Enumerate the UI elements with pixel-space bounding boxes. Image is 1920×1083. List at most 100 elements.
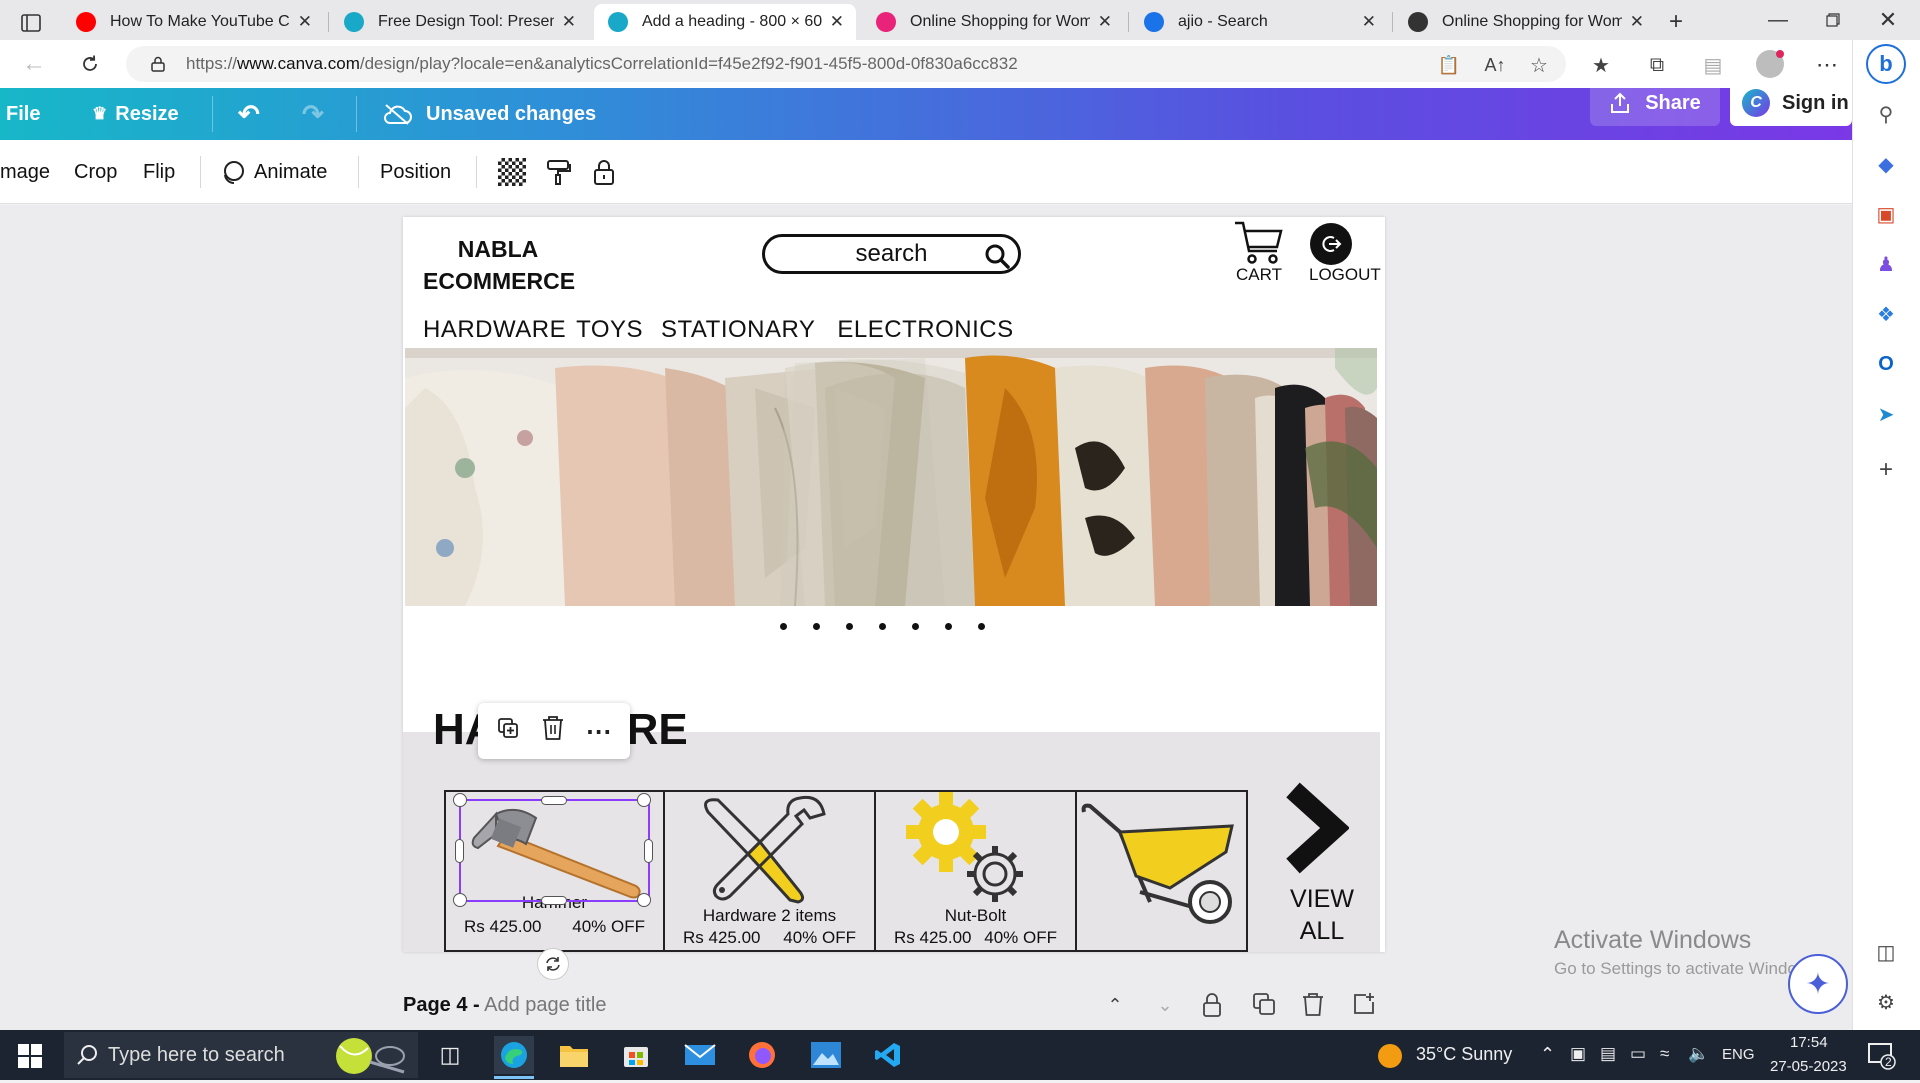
view-all-link[interactable]: VIEW ALL <box>1275 883 1369 947</box>
wifi-icon[interactable]: ≈ <box>1660 1044 1669 1064</box>
vscode-icon[interactable] <box>868 1036 908 1074</box>
flip-button[interactable]: Flip <box>143 140 175 204</box>
nav-hardware[interactable]: HARDWARE <box>423 316 566 344</box>
browser-tab[interactable]: ajio - Search ✕ <box>1130 4 1388 40</box>
slider-dot[interactable] <box>780 623 787 630</box>
tools-wrench-screwdriver-icon[interactable] <box>700 792 830 904</box>
more-actions-icon[interactable]: ⋯ <box>586 716 612 747</box>
resize-handle[interactable] <box>453 893 467 907</box>
edit-image-button[interactable]: mage <box>0 140 50 204</box>
photos-icon[interactable] <box>806 1036 846 1074</box>
share-button[interactable]: Share <box>1590 80 1720 126</box>
move-page-up-icon[interactable]: ⌃ <box>1100 990 1130 1020</box>
rotate-icon[interactable] <box>537 948 569 980</box>
search-highlight-icon[interactable] <box>330 1032 410 1078</box>
weather-sun-icon[interactable] <box>1378 1044 1402 1068</box>
new-tab-icon[interactable]: + <box>1658 8 1694 36</box>
language-indicator[interactable]: ENG <box>1722 1046 1755 1063</box>
close-tab-icon[interactable]: ✕ <box>562 12 576 32</box>
lock-element-icon[interactable] <box>592 140 616 204</box>
logout-icon[interactable] <box>1310 223 1352 265</box>
browser-tab[interactable]: Online Shopping for Wome ✕ <box>862 4 1124 40</box>
close-tab-icon[interactable]: ✕ <box>298 12 312 32</box>
store-icon[interactable] <box>616 1036 656 1074</box>
minimize-icon[interactable]: — <box>1760 6 1796 34</box>
nav-toys[interactable]: TOYS <box>576 316 643 344</box>
battery-icon[interactable]: ▭ <box>1630 1044 1646 1064</box>
add-page-icon[interactable] <box>1352 992 1378 1020</box>
wheelbarrow-icon[interactable] <box>1080 802 1242 928</box>
animate-button[interactable]: Animate <box>220 140 327 204</box>
add-favorite-icon[interactable]: ☆ <box>1524 50 1554 80</box>
unsaved-status[interactable]: Unsaved changes <box>382 88 596 140</box>
close-tab-icon[interactable]: ✕ <box>830 12 844 32</box>
resize-handle[interactable] <box>455 839 464 863</box>
hero-banner-image[interactable] <box>405 348 1377 606</box>
tab-actions-icon[interactable] <box>14 8 48 38</box>
nav-electronics[interactable]: ELECTRONICS <box>837 316 1013 344</box>
more-options-icon[interactable]: ⋯ <box>1810 50 1844 80</box>
sidebar-office-icon[interactable]: ❖ <box>1868 296 1904 332</box>
meet-now-icon[interactable]: ▣ <box>1570 1044 1586 1064</box>
firefox-icon[interactable] <box>742 1036 782 1074</box>
selection-frame[interactable] <box>459 799 650 902</box>
slider-dot[interactable] <box>945 623 952 630</box>
sidebar-games-icon[interactable]: ♟ <box>1868 246 1904 282</box>
close-tab-icon[interactable]: ✕ <box>1098 12 1112 32</box>
lock-page-icon[interactable] <box>1201 992 1227 1020</box>
magic-assistant-icon[interactable]: ✦ <box>1788 954 1848 1014</box>
slider-dot[interactable] <box>978 623 985 630</box>
collections-icon[interactable]: ⧉ <box>1642 50 1672 80</box>
chevron-right-icon[interactable] <box>1283 782 1350 874</box>
delete-page-icon[interactable] <box>1302 992 1328 1020</box>
tracking-blocked-icon[interactable]: 📋 <box>1434 50 1464 80</box>
resize-handle[interactable] <box>637 893 651 907</box>
delete-icon[interactable] <box>541 715 565 747</box>
close-window-icon[interactable]: ✕ <box>1870 6 1906 34</box>
browser-tab[interactable]: Add a heading - 800 × 600p ✕ <box>594 4 856 40</box>
resize-handle[interactable] <box>541 896 567 905</box>
restore-icon[interactable] <box>1815 6 1851 34</box>
weather-text[interactable]: 35°C Sunny <box>1416 1044 1512 1065</box>
gears-icon[interactable] <box>905 792 1031 906</box>
sidebar-telegram-icon[interactable]: ➤ <box>1868 396 1904 432</box>
sidebar-outlook-icon[interactable]: O <box>1868 346 1904 382</box>
edge-taskbar-icon[interactable] <box>494 1036 534 1074</box>
resize-button[interactable]: ♛ Resize <box>92 88 179 140</box>
move-page-down-icon[interactable]: ⌄ <box>1150 990 1180 1020</box>
cart-icon[interactable] <box>1233 219 1285 267</box>
sidebar-search-icon[interactable]: ⚲ <box>1868 96 1904 132</box>
clock-time[interactable]: 17:54 <box>1790 1034 1828 1051</box>
resize-handle[interactable] <box>453 793 467 807</box>
browser-essentials-icon[interactable]: ▤ <box>1698 50 1728 80</box>
duplicate-icon[interactable] <box>496 716 520 746</box>
search-icon[interactable] <box>983 242 1011 270</box>
url-field[interactable]: https://www.canva.com/design/play?locale… <box>126 46 1566 82</box>
back-icon[interactable]: ← <box>16 48 52 80</box>
slider-dot[interactable] <box>879 623 886 630</box>
show-hidden-icons[interactable]: ⌃ <box>1540 1044 1555 1065</box>
resize-handle[interactable] <box>637 793 651 807</box>
volume-icon[interactable]: 🔈 <box>1688 1044 1709 1064</box>
sign-in-button[interactable]: C Sign in <box>1730 80 1852 126</box>
close-tab-icon[interactable]: ✕ <box>1630 12 1644 32</box>
slider-dot[interactable] <box>912 623 919 630</box>
bing-chat-icon[interactable]: b <box>1866 44 1906 84</box>
position-button[interactable]: Position <box>380 140 451 204</box>
browser-tab[interactable]: Free Design Tool: Presentati ✕ <box>330 4 588 40</box>
file-explorer-icon[interactable] <box>554 1036 594 1074</box>
page-title-field[interactable]: Add page title <box>484 994 606 1016</box>
close-tab-icon[interactable]: ✕ <box>1362 12 1376 32</box>
resize-handle[interactable] <box>644 839 653 863</box>
copy-style-icon[interactable] <box>544 140 572 204</box>
undo-icon[interactable]: ↶ <box>238 88 260 140</box>
sidebar-shopping-icon[interactable]: ◆ <box>1868 146 1904 182</box>
duplicate-page-icon[interactable] <box>1252 992 1278 1020</box>
nav-stationary[interactable]: STATIONARY <box>661 316 815 344</box>
lock-icon[interactable] <box>146 52 170 76</box>
transparency-icon[interactable] <box>498 158 526 186</box>
sidebar-layout-icon[interactable]: ◫ <box>1868 934 1904 970</box>
mail-icon[interactable] <box>680 1036 720 1074</box>
redo-icon[interactable]: ↷ <box>302 88 324 140</box>
task-view-icon[interactable]: ◫ <box>430 1036 470 1074</box>
